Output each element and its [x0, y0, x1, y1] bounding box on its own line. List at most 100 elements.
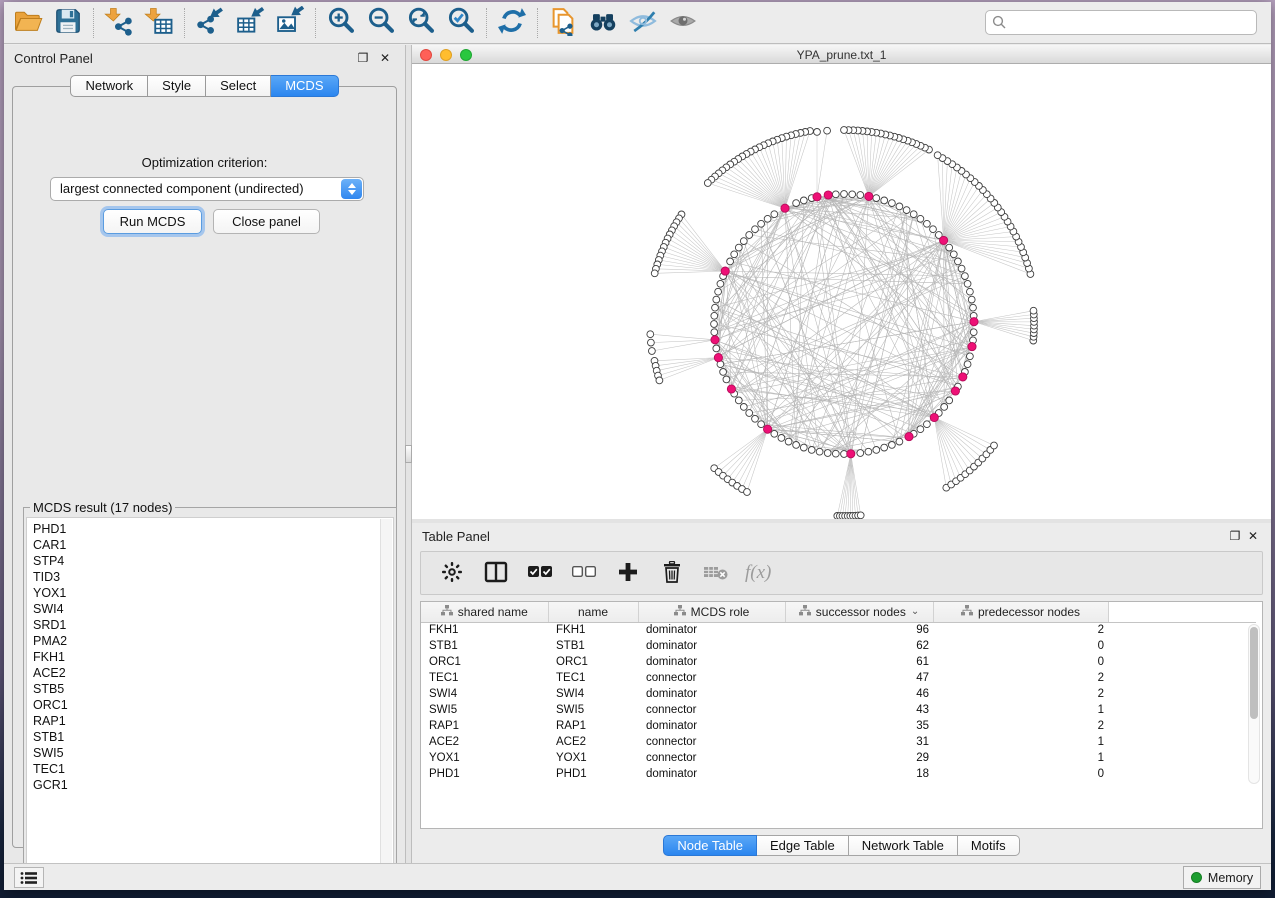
optimization-criterion-dropdown[interactable]: largest connected component (undirected) — [50, 177, 364, 201]
column-header-successor-nodes[interactable]: successor nodes⌄ — [785, 602, 933, 622]
mcds-result-node[interactable]: SRD1 — [33, 617, 393, 633]
tab-network-table[interactable]: Network Table — [849, 835, 958, 856]
cell-successor-nodes: 47 — [785, 670, 933, 686]
layout-list-button[interactable] — [14, 867, 44, 888]
table-row[interactable]: STB1STB1dominator620 — [421, 638, 1256, 654]
table-row[interactable]: FKH1FKH1dominator962 — [421, 622, 1256, 638]
cell-shared-name: RAP1 — [421, 718, 548, 734]
show-all-icon — [668, 6, 698, 39]
tab-network[interactable]: Network — [70, 75, 148, 97]
mcds-result-list[interactable]: PHD1CAR1STP4TID3YOX1SWI4SRD1PMA2FKH1ACE2… — [26, 517, 394, 875]
column-header-shared-name[interactable]: shared name — [421, 602, 548, 622]
column-header-name[interactable]: name — [548, 602, 638, 622]
status-bar: Memory — [4, 863, 1271, 890]
mcds-result-node[interactable]: RAP1 — [33, 713, 393, 729]
show-all-button[interactable] — [663, 5, 703, 41]
zoom-fit-icon — [406, 6, 436, 39]
toolbar-separator — [537, 8, 538, 38]
network-canvas[interactable] — [412, 64, 1271, 562]
network-graph[interactable] — [412, 64, 1271, 562]
hide-selected-icon — [628, 6, 658, 39]
splitter-grip[interactable] — [405, 445, 412, 463]
mcds-result-node[interactable]: FKH1 — [33, 649, 393, 665]
hide-selected-button[interactable] — [623, 5, 663, 41]
svg-text:f(x): f(x) — [745, 562, 771, 583]
close-panel-button[interactable]: Close panel — [213, 209, 320, 234]
mcds-result-node[interactable]: TEC1 — [33, 761, 393, 777]
column-layout-button[interactable] — [481, 557, 511, 589]
export-network-button[interactable] — [190, 5, 230, 41]
tab-mcds[interactable]: MCDS — [271, 75, 338, 97]
vertical-splitter[interactable] — [405, 45, 412, 863]
tab-select[interactable]: Select — [206, 75, 271, 97]
table-row[interactable]: TEC1TEC1connector472 — [421, 670, 1256, 686]
import-table-button[interactable] — [139, 5, 179, 41]
mcds-result-node[interactable]: CAR1 — [33, 537, 393, 553]
table-row[interactable]: YOX1YOX1connector291 — [421, 750, 1256, 766]
tab-style[interactable]: Style — [148, 75, 206, 97]
select-all-checkboxes-button[interactable] — [525, 557, 555, 589]
network-view-window: YPA_prune.txt_1 — [412, 45, 1271, 562]
tab-edge-table[interactable]: Edge Table — [757, 835, 849, 856]
import-network-button[interactable] — [99, 5, 139, 41]
add-column-button[interactable] — [613, 557, 643, 589]
deselect-all-checkboxes-button[interactable] — [569, 557, 599, 589]
export-image-button[interactable] — [270, 5, 310, 41]
network-view-titlebar[interactable]: YPA_prune.txt_1 — [412, 45, 1271, 64]
table-row[interactable]: SWI4SWI4dominator462 — [421, 686, 1256, 702]
tab-motifs[interactable]: Motifs — [958, 835, 1020, 856]
close-table-panel-icon[interactable]: ✕ — [1247, 530, 1259, 542]
delete-selected-button[interactable] — [657, 557, 687, 589]
mcds-result-node[interactable]: PMA2 — [33, 633, 393, 649]
search-input[interactable] — [985, 10, 1257, 35]
mcds-result-node[interactable]: STB5 — [33, 681, 393, 697]
zoom-out-button[interactable] — [361, 5, 401, 41]
zoom-fit-button[interactable] — [401, 5, 441, 41]
column-header-mcds-role[interactable]: MCDS role — [638, 602, 785, 622]
float-table-panel-icon[interactable]: ❐ — [1229, 530, 1241, 542]
cell-mcds-role: dominator — [638, 718, 785, 734]
tab-node-table[interactable]: Node Table — [663, 835, 757, 856]
sort-chevron-icon[interactable]: ⌄ — [911, 606, 919, 617]
column-header-predecessor-nodes[interactable]: predecessor nodes — [933, 602, 1108, 622]
mcds-result-node[interactable]: PHD1 — [33, 521, 393, 537]
mcds-result-node[interactable]: SWI5 — [33, 745, 393, 761]
mcds-result-node[interactable]: ORC1 — [33, 697, 393, 713]
table-row[interactable]: SWI5SWI5connector431 — [421, 702, 1256, 718]
table-row[interactable]: ACE2ACE2connector311 — [421, 734, 1256, 750]
mcds-result-node[interactable]: TID3 — [33, 569, 393, 585]
mcds-result-node[interactable]: STP4 — [33, 553, 393, 569]
mcds-list-scrollbar[interactable] — [380, 519, 392, 873]
table-scrollbar-thumb[interactable] — [1250, 627, 1258, 719]
save-button[interactable] — [48, 5, 88, 41]
share-document-button[interactable] — [543, 5, 583, 41]
mcds-result-node[interactable]: SWI4 — [33, 601, 393, 617]
zoom-out-icon — [366, 6, 396, 39]
zoom-in-button[interactable] — [321, 5, 361, 41]
export-table-button[interactable] — [230, 5, 270, 41]
run-mcds-button[interactable]: Run MCDS — [103, 209, 202, 234]
node-table: shared namenameMCDS rolesuccessor nodes⌄… — [420, 601, 1263, 829]
table-row[interactable]: PHD1PHD1dominator180 — [421, 766, 1256, 782]
table-settings-gear-button[interactable] — [437, 557, 467, 589]
table-row[interactable]: RAP1RAP1dominator352 — [421, 718, 1256, 734]
search-network-button[interactable] — [583, 5, 623, 41]
close-panel-icon[interactable]: ✕ — [379, 52, 391, 64]
cell-filler — [1108, 766, 1256, 782]
memory-status-dot — [1191, 872, 1202, 883]
save-icon — [53, 6, 83, 39]
zoom-selected-button[interactable] — [441, 5, 481, 41]
refresh-button[interactable] — [492, 5, 532, 41]
float-panel-icon[interactable]: ❐ — [357, 52, 369, 64]
open-folder-button[interactable] — [8, 5, 48, 41]
mcds-result-node[interactable]: GCR1 — [33, 777, 393, 793]
mcds-result-node[interactable]: YOX1 — [33, 585, 393, 601]
mcds-result-node[interactable]: STB1 — [33, 729, 393, 745]
zoom-selected-icon — [446, 6, 476, 39]
cell-predecessor-nodes: 2 — [933, 670, 1108, 686]
table-row[interactable]: ORC1ORC1dominator610 — [421, 654, 1256, 670]
mcds-result-node[interactable]: ACE2 — [33, 665, 393, 681]
table-scrollbar[interactable] — [1248, 624, 1260, 784]
memory-button[interactable]: Memory — [1183, 866, 1261, 889]
function-builder-icon: f(x) — [743, 560, 777, 587]
